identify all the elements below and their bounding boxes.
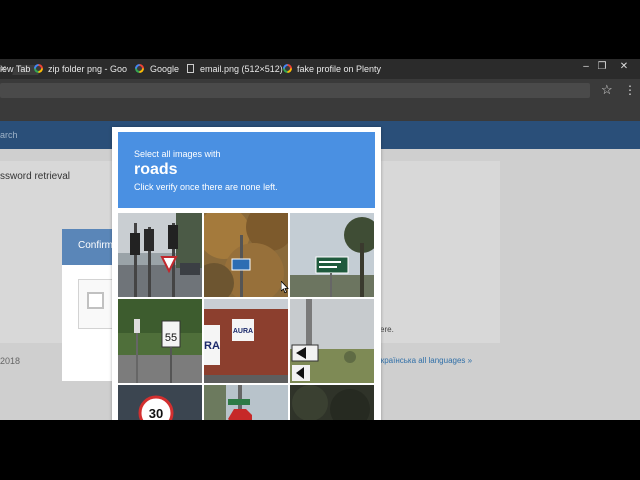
- section-title: ssword retrieval: [0, 171, 71, 182]
- google-icon: [135, 64, 144, 73]
- screen: × – ❐ ✕ ☆ ⋮ iew Tab zip folder png - Goo…: [0, 59, 640, 420]
- bookmark-new-tab[interactable]: iew Tab: [0, 59, 30, 79]
- ra-text: RA: [204, 340, 220, 352]
- captcha-keyword: roads: [134, 161, 178, 178]
- captcha-hint: Click verify once there are none left.: [134, 182, 278, 192]
- aura-text: AURA: [233, 328, 253, 335]
- language-links[interactable]: Українська all languages »: [376, 356, 472, 365]
- bookmark-email-png[interactable]: email.png (512×512): [200, 59, 283, 79]
- speed-30-text: 30: [149, 406, 163, 420]
- captcha-tile-autumn-sign[interactable]: [204, 213, 288, 297]
- bookmark-zip-folder[interactable]: zip folder png - Goo: [48, 59, 127, 79]
- captcha-tile-traffic-lights[interactable]: [118, 213, 202, 297]
- google-icon: [34, 64, 43, 73]
- bookmark-google[interactable]: Google: [150, 59, 179, 79]
- url-input[interactable]: [0, 83, 590, 98]
- captcha-tile-arrow-sign[interactable]: [290, 299, 374, 383]
- bookmarks-bar: [0, 101, 640, 121]
- footer-copyright: 2018: [0, 356, 21, 366]
- close-window-button[interactable]: ✕: [614, 60, 634, 73]
- maximize-button[interactable]: ❐: [592, 60, 612, 73]
- captcha-tile-brick-building-sign[interactable]: RA AURA: [204, 299, 288, 383]
- bookmark-star-icon[interactable]: ☆: [601, 83, 615, 97]
- captcha-tile-dark-foliage[interactable]: [290, 385, 374, 420]
- help-text: ere.: [380, 325, 394, 334]
- browser-menu-icon[interactable]: ⋮: [624, 83, 636, 97]
- confirm-dialog-title: Confirm: [78, 240, 114, 251]
- mouse-cursor-icon: [280, 279, 289, 294]
- bookmark-fake-profile[interactable]: fake profile on Plenty: [297, 59, 381, 79]
- captcha-tile-green-road-sign[interactable]: [290, 213, 374, 297]
- speed-55-text: 55: [165, 332, 177, 344]
- google-icon: [283, 64, 292, 73]
- recaptcha-checkbox[interactable]: [87, 292, 104, 309]
- page-icon: [187, 64, 194, 73]
- site-search-input[interactable]: arch: [0, 121, 18, 149]
- captcha-tile-stop-sign[interactable]: [204, 385, 288, 420]
- captcha-tile-speed-30-sign[interactable]: 30: [118, 385, 202, 420]
- captcha-instruction: Select all images with: [134, 149, 221, 159]
- captcha-tile-speed-55-sign[interactable]: 55: [118, 299, 202, 383]
